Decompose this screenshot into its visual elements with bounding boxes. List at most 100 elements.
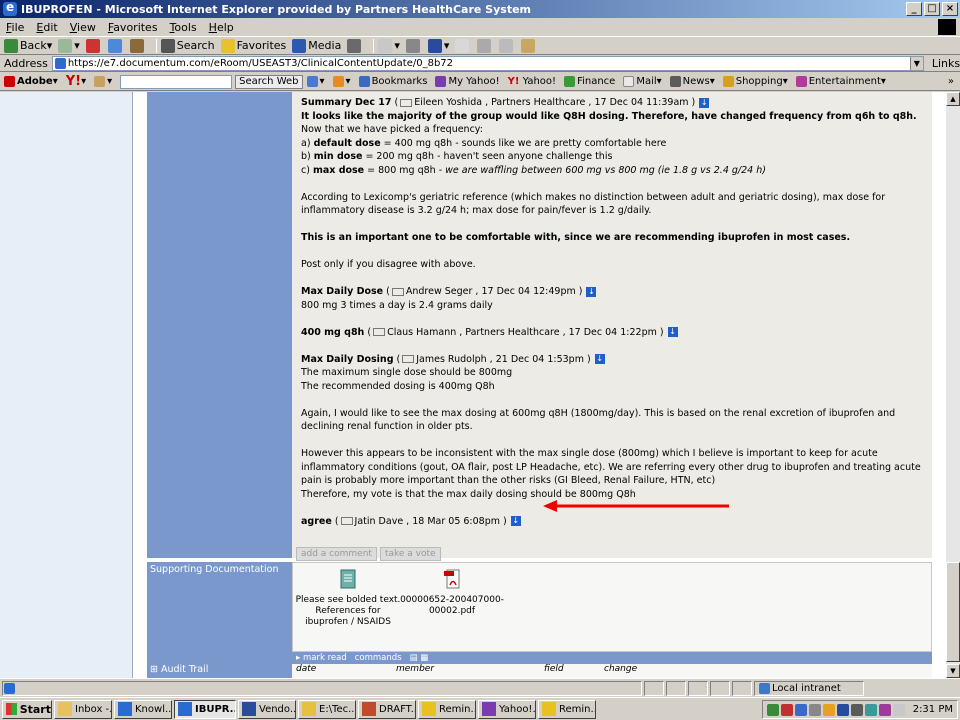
commands-button[interactable]: commands [351, 653, 406, 663]
paste-button[interactable] [521, 38, 537, 53]
refresh-button[interactable] [107, 38, 124, 53]
tray-icon[interactable] [878, 703, 891, 716]
vertical-scrollbar[interactable]: ▲ ▼ [946, 92, 960, 678]
finance-button[interactable]: Finance [564, 76, 615, 87]
close-button[interactable]: × [942, 2, 958, 16]
scroll-down-icon[interactable]: ▼ [946, 664, 960, 678]
jump-arrow-icon[interactable]: ↓ [594, 354, 605, 364]
comment-title[interactable]: Max Daily Dose [301, 286, 383, 297]
menu-edit[interactable]: Edit [36, 21, 57, 34]
envelope-icon[interactable] [373, 328, 386, 336]
favorites-button[interactable]: Favorites [220, 38, 286, 53]
news-button[interactable]: News ▾ [669, 76, 715, 87]
tray-icon[interactable] [808, 703, 821, 716]
start-button[interactable]: Start [2, 699, 52, 719]
jump-arrow-icon[interactable]: ↓ [586, 286, 597, 297]
menu-favorites[interactable]: Favorites [108, 21, 158, 34]
summary-title[interactable]: Summary Dec 17 [301, 97, 392, 108]
comment-title[interactable]: 400 mg q8h [301, 327, 364, 338]
discuss-button[interactable] [455, 38, 471, 53]
home-icon [129, 38, 144, 53]
adobe-button[interactable]: Adobe ▾ [4, 76, 58, 87]
menu-tools[interactable]: Tools [170, 21, 197, 34]
yahoo-search-input[interactable] [120, 74, 233, 89]
envelope-icon[interactable] [402, 355, 415, 363]
task-explorer[interactable]: E:\Tec... [298, 699, 356, 719]
toolbar-more-button[interactable]: » [948, 76, 954, 87]
mail-yahoo-button[interactable]: Mail ▾ [623, 76, 662, 87]
tray-icon[interactable] [794, 703, 807, 716]
task-vendo[interactable]: Vendo... [238, 699, 296, 719]
task-reminder-1[interactable]: Remin... [418, 699, 476, 719]
tray-icon[interactable] [836, 703, 849, 716]
tray-icon[interactable] [822, 703, 835, 716]
attachment-pdf[interactable]: 00000652-200407000-00002.pdf [397, 563, 507, 617]
minimize-button[interactable]: _ [906, 2, 922, 16]
comment-text: However this appears to be inconsistent … [301, 448, 921, 486]
envelope-icon[interactable] [400, 98, 413, 107]
comment-header: 400 mg q8h (Claus Hamann , Partners Heal… [301, 326, 678, 338]
tray-icon[interactable] [780, 703, 793, 716]
print-button[interactable] [405, 38, 422, 53]
comment-title[interactable]: agree [301, 516, 332, 527]
home-button[interactable] [129, 38, 146, 53]
shopping-button[interactable]: Shopping ▾ [722, 76, 788, 87]
address-input[interactable]: https://e7.documentum.com/eRoom/USEAST3/… [51, 55, 924, 71]
envelope-icon[interactable] [391, 287, 404, 296]
entertainment-button[interactable]: Entertainment ▾ [795, 76, 886, 87]
search-button[interactable]: Search [160, 38, 215, 53]
links-button[interactable]: Links [932, 57, 960, 70]
forward-button[interactable]: ▾ [58, 38, 80, 53]
address-dropdown-icon[interactable]: ▼ [909, 56, 923, 70]
attachment-note[interactable]: Please see bolded text. References for i… [293, 563, 403, 628]
add-comment-button[interactable]: add a comment [296, 547, 377, 561]
take-vote-button[interactable]: take a vote [379, 547, 441, 561]
mail-button[interactable]: ▾ [378, 38, 400, 53]
jump-arrow-icon[interactable]: ↓ [699, 97, 710, 108]
yahoo-button[interactable]: Y! Yahoo! [508, 76, 556, 87]
task-yahoo[interactable]: Yahoo!... [478, 699, 536, 719]
envelope-icon[interactable] [340, 517, 353, 525]
clock[interactable]: 2:31 PM [913, 704, 953, 715]
jump-arrow-icon[interactable]: ↓ [510, 516, 521, 526]
comment-text: The recommended dosing is 400mg Q8h [301, 380, 495, 392]
my-yahoo-button[interactable]: My Yahoo! [435, 76, 500, 87]
search-web-button[interactable]: Search Web [235, 74, 303, 89]
scroll-up-icon[interactable]: ▲ [946, 92, 960, 106]
browser-window: IBUPROFEN - Microsoft Internet Explorer … [0, 0, 960, 720]
pencil-button[interactable]: ▾ [94, 76, 112, 87]
copy-button[interactable] [499, 38, 515, 53]
bookmarks-button[interactable]: Bookmarks [358, 76, 427, 87]
tray-icon[interactable] [850, 703, 863, 716]
back-button[interactable]: Back ▾ [4, 38, 52, 53]
tray-icon[interactable] [766, 703, 779, 716]
task-knowl[interactable]: Knowl... [114, 699, 172, 719]
cut-button[interactable] [477, 38, 493, 53]
note-document-icon [340, 569, 356, 589]
view-icons-icon[interactable]: ▤ ▦ [406, 653, 433, 663]
highlight-button[interactable]: ▾ [332, 76, 351, 87]
menu-help[interactable]: Help [209, 21, 234, 34]
audit-trail-toggle[interactable]: ⊞ Audit Trail [147, 664, 292, 678]
history-button[interactable] [347, 38, 363, 53]
star-icon [220, 38, 235, 53]
maximize-button[interactable]: □ [924, 2, 940, 16]
task-inbox[interactable]: Inbox -... [54, 699, 112, 719]
mark-read-button[interactable]: ▸ mark read [292, 653, 351, 663]
menu-view[interactable]: View [70, 21, 96, 34]
media-button[interactable]: Media [292, 38, 341, 53]
task-draft[interactable]: DRAFT... [358, 699, 416, 719]
important-text: This is an important one to be comfortab… [301, 232, 851, 243]
comment-title[interactable]: Max Daily Dosing [301, 354, 394, 365]
task-reminder-2[interactable]: Remin... [538, 699, 596, 719]
menu-file[interactable]: File [6, 21, 24, 34]
edit-button[interactable]: ▾ [427, 38, 449, 53]
yahoo-options-button[interactable]: ▾ [306, 76, 325, 87]
scroll-thumb[interactable] [946, 562, 960, 662]
stop-button[interactable] [85, 38, 102, 53]
task-ibuprofen[interactable]: IBUPR... [174, 699, 236, 719]
tray-icon[interactable] [864, 703, 877, 716]
tray-icon[interactable] [892, 703, 905, 716]
jump-arrow-icon[interactable]: ↓ [667, 327, 678, 337]
yahoo-logo-button[interactable]: Y! ▾ [66, 74, 86, 89]
